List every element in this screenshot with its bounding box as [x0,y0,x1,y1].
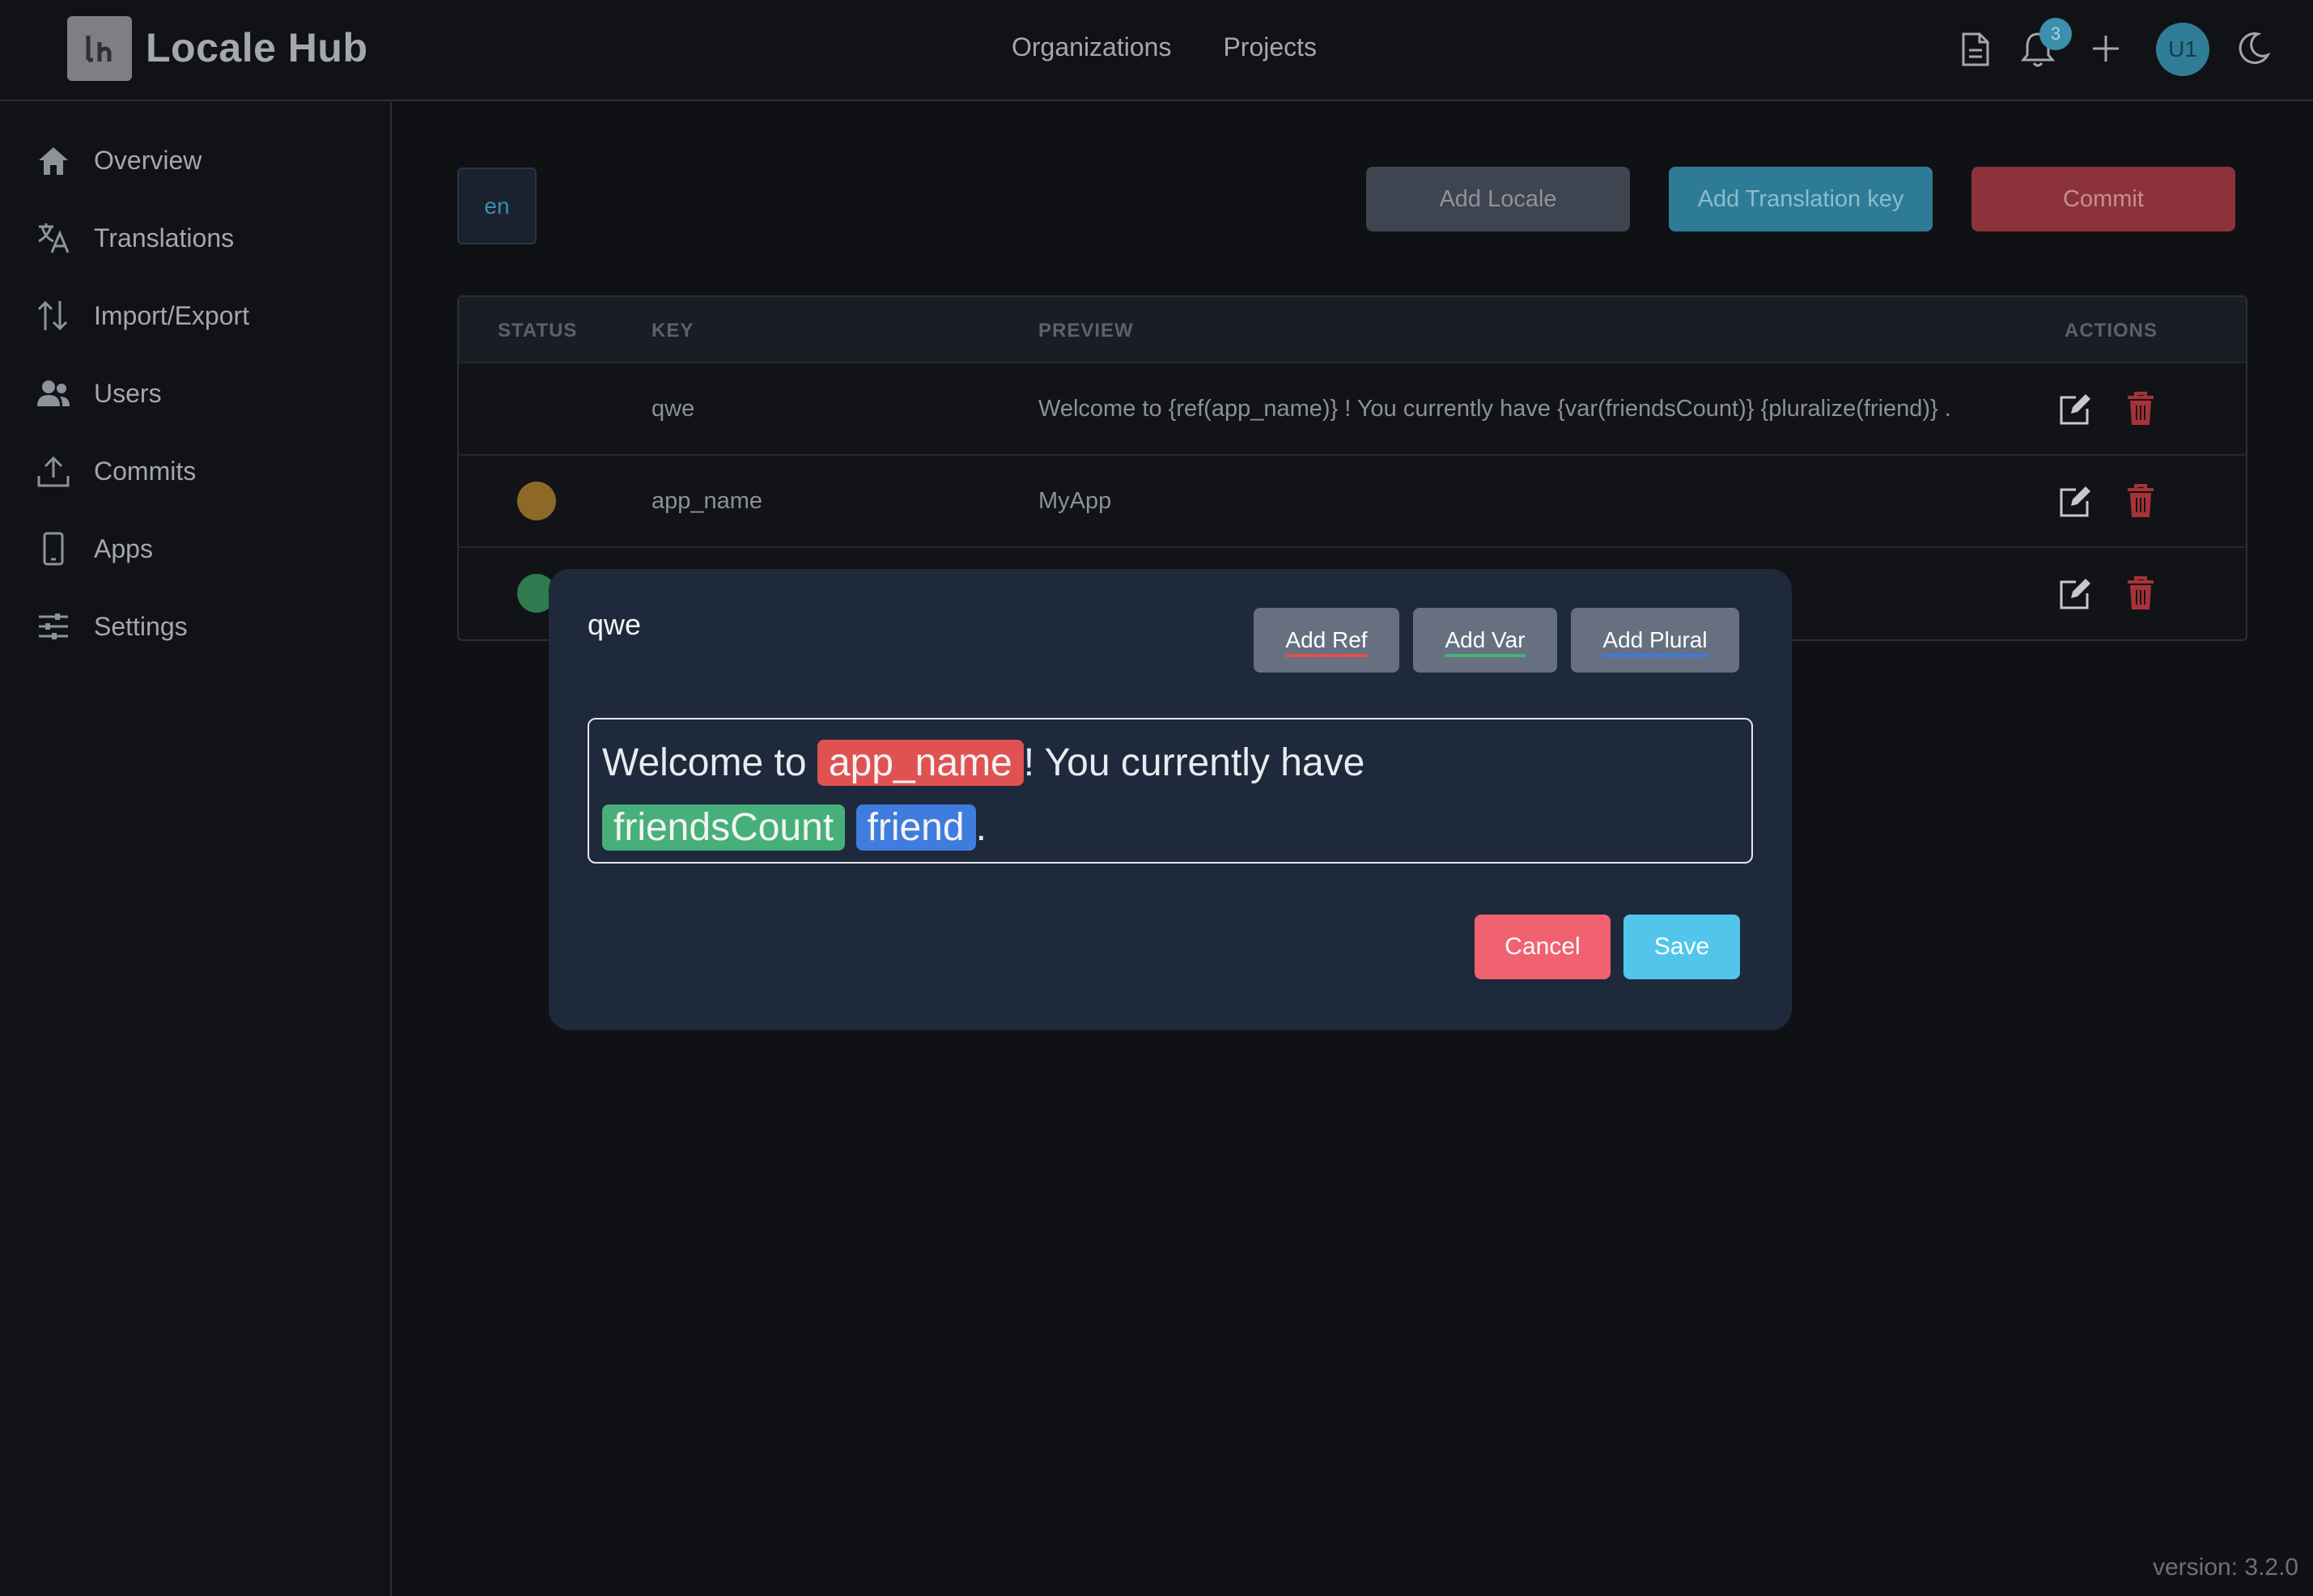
add-plural-label: Add Plural [1602,627,1708,657]
nav-organizations[interactable]: Organizations [1012,32,1171,62]
nav-projects[interactable]: Projects [1223,32,1317,62]
moon-icon[interactable] [2235,31,2271,66]
column-header-actions: ACTIONS [2065,320,2158,342]
version-label: version: 3.2.0 [2153,1554,2299,1581]
translate-icon [38,223,70,253]
avatar[interactable]: U1 [2156,23,2209,76]
logo-icon [86,36,112,62]
sidebar-item-label: Import/Export [94,300,250,330]
row-preview: Welcome to {ref(app_name)} ! You current… [1038,396,1951,422]
table-row: qwe Welcome to {ref(app_name)} ! You cur… [459,362,2246,454]
upload-icon [37,456,70,487]
sidebar-item-users[interactable]: Users [36,369,162,418]
ref-token[interactable]: app_name [817,740,1024,786]
add-locale-button[interactable]: Add Locale [1366,167,1630,231]
edit-icon[interactable] [2058,575,2094,611]
row-key: qwe [651,396,695,422]
var-token[interactable]: friendsCount [602,804,846,851]
sidebar-item-label: Translations [94,223,235,253]
edit-icon[interactable] [2058,483,2094,519]
editor-text: Welcome to [602,741,807,784]
home-icon [39,147,68,175]
add-ref-label: Add Ref [1285,627,1368,657]
sidebar-item-label: Users [94,378,162,408]
sidebar-item-import-export[interactable]: Import/Export [36,291,249,340]
notification-badge: 3 [2039,18,2072,50]
top-header: Locale Hub Organizations Projects 3 U1 [0,0,2313,101]
translation-editor[interactable]: Welcome to app_name! You currently have … [588,718,1753,864]
editor-text: ! You currently have [1023,741,1365,784]
sidebar-item-translations[interactable]: Translations [36,214,234,262]
sidebar-item-label: Commits [94,456,197,486]
row-key: app_name [651,488,763,514]
edit-icon[interactable] [2058,391,2094,427]
locale-selector[interactable]: en [457,168,537,244]
sidebar-item-commits[interactable]: Commits [36,447,196,495]
sliders-icon [39,613,68,639]
column-header-key: KEY [651,320,694,342]
sidebar: Overview Translations Import/Export User… [0,102,392,1596]
users-icon [37,380,70,406]
table-header: STATUS KEY PREVIEW ACTIONS [459,297,2246,362]
logo[interactable] [67,16,132,81]
phone-icon [43,532,64,566]
plural-token[interactable]: friend [855,804,976,851]
sidebar-item-label: Settings [94,611,188,641]
sidebar-item-settings[interactable]: Settings [36,602,188,651]
top-nav: Organizations Projects [1012,32,1317,62]
editor-text: . [975,806,987,849]
column-header-preview: PREVIEW [1038,320,1134,342]
sidebar-item-label: Apps [94,533,153,563]
document-icon[interactable] [1959,31,1991,68]
add-var-label: Add Var [1445,627,1526,657]
edit-translation-modal: qwe Add Ref Add Var Add Plural Welcome t… [549,569,1792,1030]
sidebar-item-overview[interactable]: Overview [36,136,202,185]
table-row: app_name MyApp [459,454,2246,546]
save-button[interactable]: Save [1623,915,1740,979]
add-translation-key-button[interactable]: Add Translation key [1669,167,1933,231]
column-header-status: STATUS [498,320,578,342]
trash-icon[interactable] [2123,483,2158,519]
import-export-icon [37,300,68,331]
modal-title: qwe [588,608,642,641]
trash-icon[interactable] [2123,575,2158,611]
sidebar-item-label: Overview [94,145,202,175]
status-dot-pending [517,482,556,520]
add-plural-button[interactable]: Add Plural [1571,608,1739,673]
add-ref-button[interactable]: Add Ref [1254,608,1399,673]
plus-icon[interactable] [2088,31,2124,66]
row-preview: MyApp [1038,488,1112,514]
cancel-button[interactable]: Cancel [1475,915,1611,979]
trash-icon[interactable] [2123,391,2158,427]
commit-button[interactable]: Commit [1971,167,2235,231]
app-title[interactable]: Locale Hub [146,24,367,71]
add-var-button[interactable]: Add Var [1413,608,1557,673]
sidebar-item-apps[interactable]: Apps [36,524,153,573]
